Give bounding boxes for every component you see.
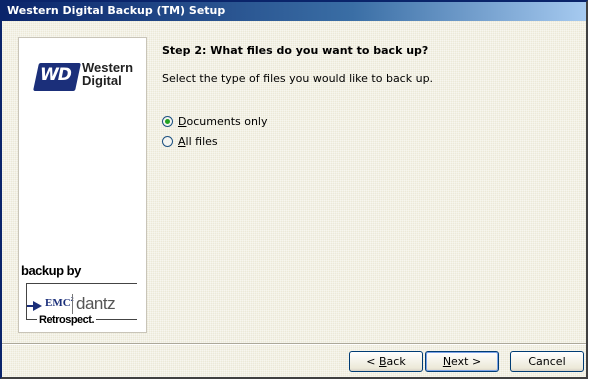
branding-panel: WD Western Digital backup by EMC2 dantz … (18, 37, 147, 333)
step-description: Select the type of files you would like … (162, 72, 434, 85)
retrospect-logo-text: Retrospect. (37, 314, 97, 326)
logo-bracket: EMC2 dantz Retrospect. (26, 283, 137, 326)
wd-name-line2: Digital (82, 73, 122, 88)
dantz-logo-text: dantz (76, 294, 116, 313)
step-title: Step 2: What files do you want to back u… (162, 44, 429, 57)
radio-documents-only[interactable] (162, 115, 173, 127)
cancel-button[interactable]: Cancel (510, 351, 584, 372)
logo-divider (72, 294, 73, 316)
western-digital-logo: WD Western Digital (33, 61, 134, 93)
back-button[interactable]: < Back (349, 351, 423, 372)
radio-all-files[interactable] (162, 135, 173, 147)
setup-dialog: Western Digital Backup (TM) Setup WD Wes… (0, 0, 588, 379)
next-button[interactable]: Next > (425, 351, 499, 372)
option-label-all-files[interactable]: All files (178, 135, 218, 148)
option-documents-only[interactable]: Documents only (162, 113, 268, 129)
backup-by-label: backup by (21, 263, 81, 278)
dialog-body: WD Western Digital backup by EMC2 dantz … (2, 21, 586, 377)
title-bar[interactable]: Western Digital Backup (TM) Setup (2, 2, 586, 21)
option-all-files[interactable]: All files (162, 133, 218, 149)
emc-logo-text: EMC2 (45, 297, 74, 309)
wd-badge-text: WD (40, 65, 72, 85)
window-title: Western Digital Backup (TM) Setup (7, 4, 226, 17)
arrow-icon (33, 301, 42, 311)
option-label-documents-only[interactable]: Documents only (178, 115, 268, 128)
button-separator (2, 343, 586, 345)
emc-dantz-retrospect-logo: backup by EMC2 dantz Retrospect. (21, 263, 144, 326)
